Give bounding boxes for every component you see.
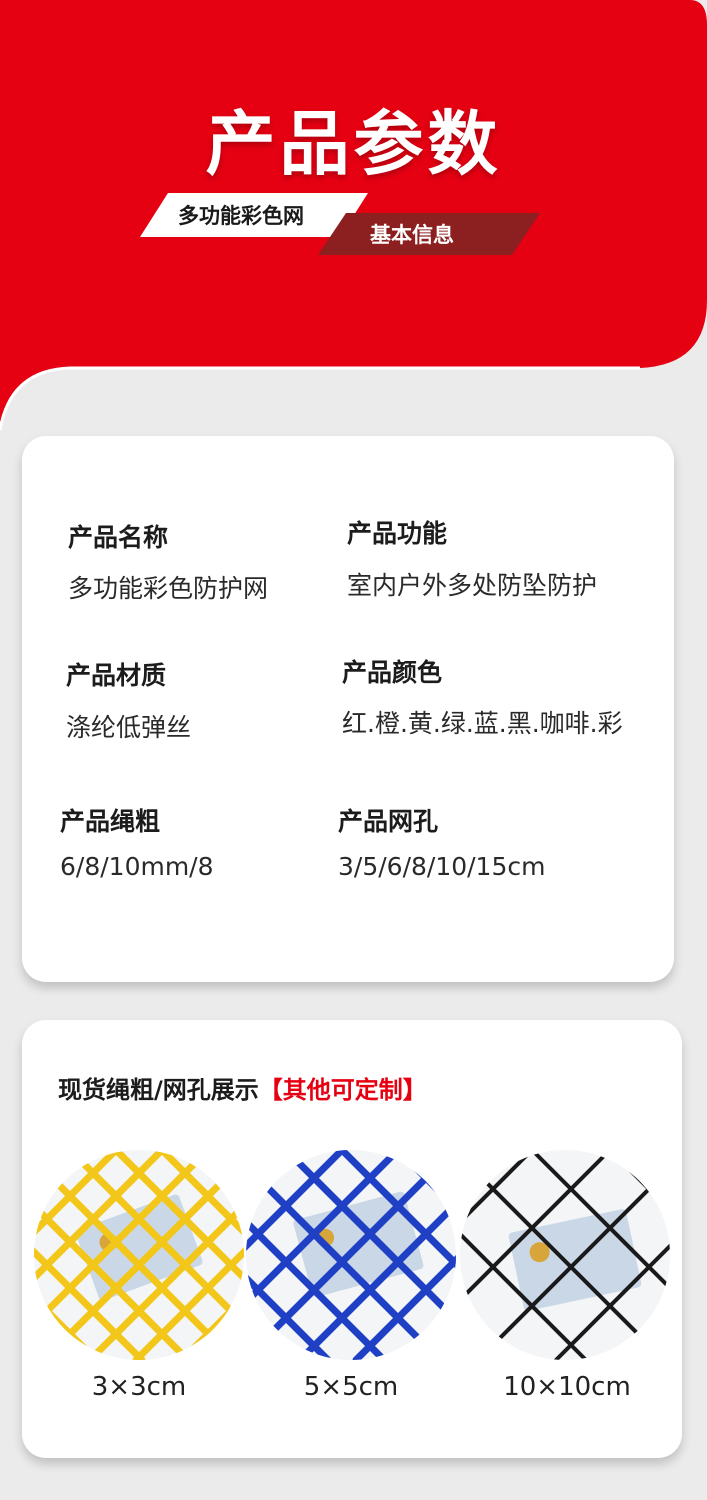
spec-label-material: 产品材质 xyxy=(66,661,167,690)
category-tag-label: 多功能彩色网 xyxy=(178,204,304,228)
spec-label-name: 产品名称 xyxy=(68,523,169,552)
sample-caption-10cm: 10×10cm xyxy=(503,1372,631,1402)
category-tag: 多功能彩色网 xyxy=(140,193,368,237)
spec-value-color: 红.橙.黄.绿.蓝.黑.咖啡.彩 xyxy=(342,709,623,738)
spec-label-mesh: 产品网孔 xyxy=(338,807,439,836)
spec-value-mesh: 3/5/6/8/10/15cm xyxy=(338,852,546,881)
sample-image-black xyxy=(460,1150,670,1360)
showcase-title: 现货绳粗/网孔展示【其他可定制】 xyxy=(58,1070,427,1105)
spec-label-color: 产品颜色 xyxy=(342,658,443,687)
showcase-title-text: 现货绳粗/网孔展示 xyxy=(58,1076,259,1104)
sample-caption-5cm: 5×5cm xyxy=(303,1372,399,1402)
spec-label-rope: 产品绳粗 xyxy=(60,807,161,836)
spec-value-material: 涤纶低弹丝 xyxy=(66,713,192,742)
sample-image-blue xyxy=(246,1150,456,1360)
header-banner: 产品参数 多功能彩色网 基本信息 xyxy=(0,0,707,460)
section-tag-label: 基本信息 xyxy=(370,223,454,247)
spec-value-function: 室内户外多处防坠防护 xyxy=(347,571,598,600)
sample-caption-3cm: 3×3cm xyxy=(91,1372,187,1402)
section-tag: 基本信息 xyxy=(318,213,540,255)
spec-value-name: 多功能彩色防护网 xyxy=(68,574,269,603)
showcase-title-highlight: 【其他可定制】 xyxy=(258,1076,427,1104)
net-pattern-blue xyxy=(246,1150,456,1360)
spec-value-rope: 6/8/10mm/8 xyxy=(60,852,214,881)
sample-image-yellow xyxy=(34,1150,244,1360)
spec-label-function: 产品功能 xyxy=(347,519,448,548)
spec-card: 产品名称 多功能彩色防护网 产品功能 室内户外多处防坠防护 产品材质 涤纶低弹丝… xyxy=(22,436,674,982)
page-title: 产品参数 xyxy=(205,103,502,185)
showcase-card: 现货绳粗/网孔展示【其他可定制】 3×3cm 5×5cm 10×10cm xyxy=(22,1020,682,1458)
